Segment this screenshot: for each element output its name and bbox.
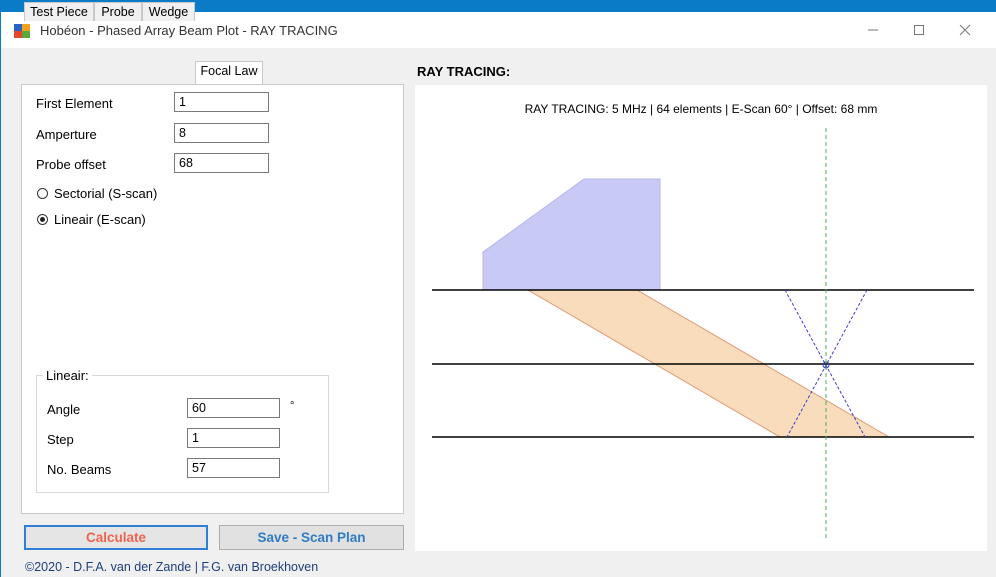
radio-checked-icon[interactable] xyxy=(37,214,48,225)
no-beams-field[interactable]: 57 xyxy=(187,458,280,478)
calculate-button[interactable]: Calculate xyxy=(24,525,208,550)
lineair-group-title: Lineair: xyxy=(43,368,92,383)
angle-field[interactable]: 60 xyxy=(187,398,280,418)
tab-wedge[interactable]: Wedge xyxy=(142,2,195,21)
step-field[interactable]: 1 xyxy=(187,428,280,448)
radio-unchecked-icon[interactable] xyxy=(37,188,48,199)
probe-offset-field[interactable]: 68 xyxy=(174,153,269,173)
ray-tracing-plot: RAY TRACING: 5 MHz | 64 elements | E-Sca… xyxy=(415,85,987,551)
tab-test-piece[interactable]: Test Piece xyxy=(24,2,94,21)
close-button[interactable] xyxy=(942,12,988,48)
save-scan-plan-button[interactable]: Save - Scan Plan xyxy=(219,525,404,550)
sectorial-radio-label: Sectorial (S-scan) xyxy=(54,186,158,201)
app-icon xyxy=(14,24,30,38)
minimize-icon xyxy=(868,29,878,31)
aperture-label: Amperture xyxy=(36,127,97,142)
lineair-radio[interactable]: Lineair (E-scan) xyxy=(37,212,146,227)
ray-tracing-canvas xyxy=(432,128,974,540)
maximize-button[interactable] xyxy=(896,12,942,48)
minimize-button[interactable] xyxy=(850,12,896,48)
aperture-field[interactable]: 8 xyxy=(174,123,269,143)
first-element-field[interactable]: 1 xyxy=(174,92,269,112)
tab-focal-law[interactable]: Focal Law xyxy=(195,61,263,84)
wedge-shape xyxy=(482,178,661,291)
lineair-radio-label: Lineair (E-scan) xyxy=(54,212,146,227)
window-title: Hobéon - Phased Array Beam Plot - RAY TR… xyxy=(40,23,338,38)
angle-unit: ° xyxy=(290,400,295,412)
close-icon xyxy=(959,24,971,36)
ray-tracing-heading: RAY TRACING: xyxy=(417,64,511,79)
step-label: Step xyxy=(47,432,74,447)
sectorial-radio[interactable]: Sectorial (S-scan) xyxy=(37,186,157,201)
first-element-label: First Element xyxy=(36,96,113,111)
tab-probe[interactable]: Probe xyxy=(94,2,142,21)
maximize-icon xyxy=(914,25,924,35)
angle-label: Angle xyxy=(47,402,81,417)
copyright-footer: ©2020 - D.F.A. van der Zande | F.G. van … xyxy=(25,560,319,574)
probe-offset-label: Probe offset xyxy=(36,157,106,172)
no-beams-label: No. Beams xyxy=(47,462,112,477)
